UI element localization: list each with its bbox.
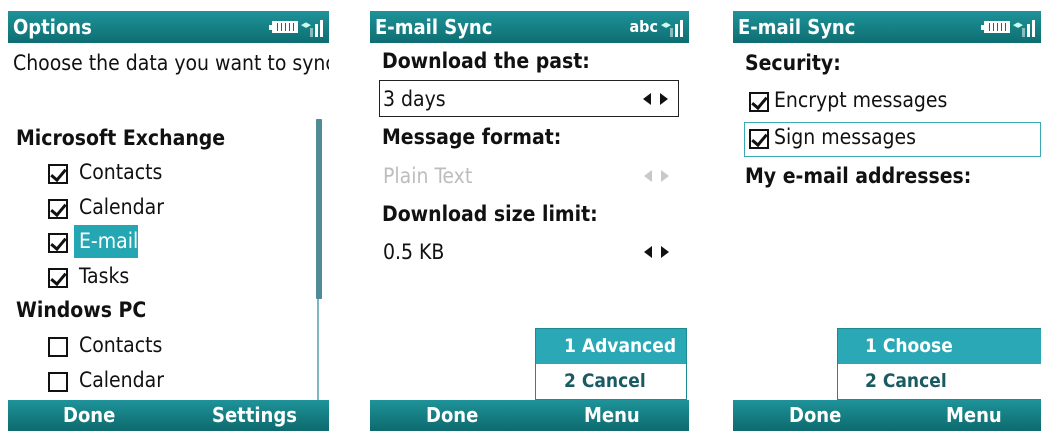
screen-title: E-mail Sync (375, 15, 493, 39)
checkbox-icon[interactable] (48, 268, 68, 288)
status-icons: ◂▸ (981, 16, 1035, 38)
group-label-exchange: Microsoft Exchange (16, 126, 226, 150)
email-sync-screen: E-mail Sync abc ◂▸ Download the past: 3 … (370, 11, 689, 431)
checkbox-icon[interactable] (749, 129, 769, 149)
scrollbar-thumb[interactable] (316, 119, 322, 299)
popup-menu: 1 Choose Certificate 2 Cancel (837, 328, 1041, 400)
checkbox-icon[interactable] (48, 164, 68, 184)
softkey-settings[interactable]: Settings (212, 400, 297, 431)
battery-icon (981, 21, 1010, 33)
addresses-label: My e-mail addresses: (745, 164, 972, 188)
menu-item-cancel[interactable]: 2 Cancel (536, 364, 686, 399)
sync-prompt: Choose the data you want to sync: (13, 51, 329, 75)
scrollbar[interactable] (316, 119, 323, 406)
item-exchange-calendar[interactable]: Calendar (79, 195, 164, 219)
arrow-right-icon (660, 92, 668, 105)
popup-menu: 1 Advanced 2 Cancel (535, 328, 687, 400)
checkbox-icon[interactable] (48, 199, 68, 219)
menu-item-cancel[interactable]: 2 Cancel (838, 364, 1041, 399)
download-past-value: 3 days (383, 87, 446, 111)
softkey-bar: Done Menu (370, 400, 689, 431)
signal-icon: ◂▸ (661, 17, 683, 37)
softkey-done[interactable]: Done (63, 400, 115, 431)
sign-messages-option[interactable]: Sign messages (774, 125, 916, 149)
title-bar: E-mail Sync ◂▸ (733, 11, 1041, 43)
checkbox-icon[interactable] (48, 337, 68, 357)
message-format-value: Plain Text (383, 164, 473, 188)
arrow-left-icon (643, 92, 651, 105)
item-exchange-contacts[interactable]: Contacts (79, 160, 162, 184)
checkbox-icon[interactable] (48, 233, 68, 253)
download-past-label: Download the past: (382, 49, 590, 73)
email-sync-security-screen: E-mail Sync ◂▸ Security: Encrypt message… (733, 11, 1041, 431)
arrow-right-icon (661, 246, 669, 258)
softkey-bar: Done Settings (8, 400, 329, 431)
softkey-menu[interactable]: Menu (946, 400, 1002, 431)
item-exchange-tasks[interactable]: Tasks (79, 264, 129, 288)
download-past-picker[interactable]: 3 days (379, 80, 679, 117)
checkbox-icon[interactable] (749, 92, 769, 112)
input-mode-indicator: abc (629, 17, 658, 36)
options-screen: Options ◂▸ Choose the data you want to s… (8, 11, 329, 431)
status-icons: abc ◂▸ (629, 16, 683, 38)
checkbox-icon[interactable] (48, 372, 68, 392)
softkey-done[interactable]: Done (789, 400, 841, 431)
item-exchange-email[interactable]: E-mail (79, 229, 138, 253)
softkey-menu[interactable]: Menu (584, 400, 640, 431)
size-limit-label: Download size limit: (382, 202, 598, 226)
signal-icon: ◂▸ (301, 17, 323, 37)
size-limit-value: 0.5 KB (383, 240, 445, 264)
arrow-right-icon (661, 170, 669, 182)
battery-icon (269, 21, 298, 33)
menu-item-advanced[interactable]: 1 Advanced (536, 329, 686, 364)
message-format-picker[interactable]: Plain Text (379, 159, 679, 193)
title-bar: Options ◂▸ (8, 11, 329, 43)
title-bar: E-mail Sync abc ◂▸ (370, 11, 689, 43)
item-pc-calendar[interactable]: Calendar (79, 368, 164, 392)
softkey-bar: Done Menu (733, 400, 1041, 431)
arrow-left-icon (644, 246, 652, 258)
status-icons: ◂▸ (269, 16, 323, 38)
softkey-done[interactable]: Done (426, 400, 478, 431)
size-limit-picker[interactable]: 0.5 KB (379, 235, 679, 269)
screen-title: E-mail Sync (738, 15, 856, 39)
message-format-label: Message format: (382, 125, 562, 149)
screen-title: Options (13, 15, 92, 39)
signal-icon: ◂▸ (1013, 17, 1035, 37)
security-label: Security: (745, 51, 841, 75)
encrypt-messages-option[interactable]: Encrypt messages (774, 88, 947, 112)
item-pc-contacts[interactable]: Contacts (79, 333, 162, 357)
arrow-left-icon (644, 170, 652, 182)
menu-item-choose-certificate[interactable]: 1 Choose Certificate (838, 329, 1041, 392)
group-label-windows-pc: Windows PC (16, 298, 147, 322)
